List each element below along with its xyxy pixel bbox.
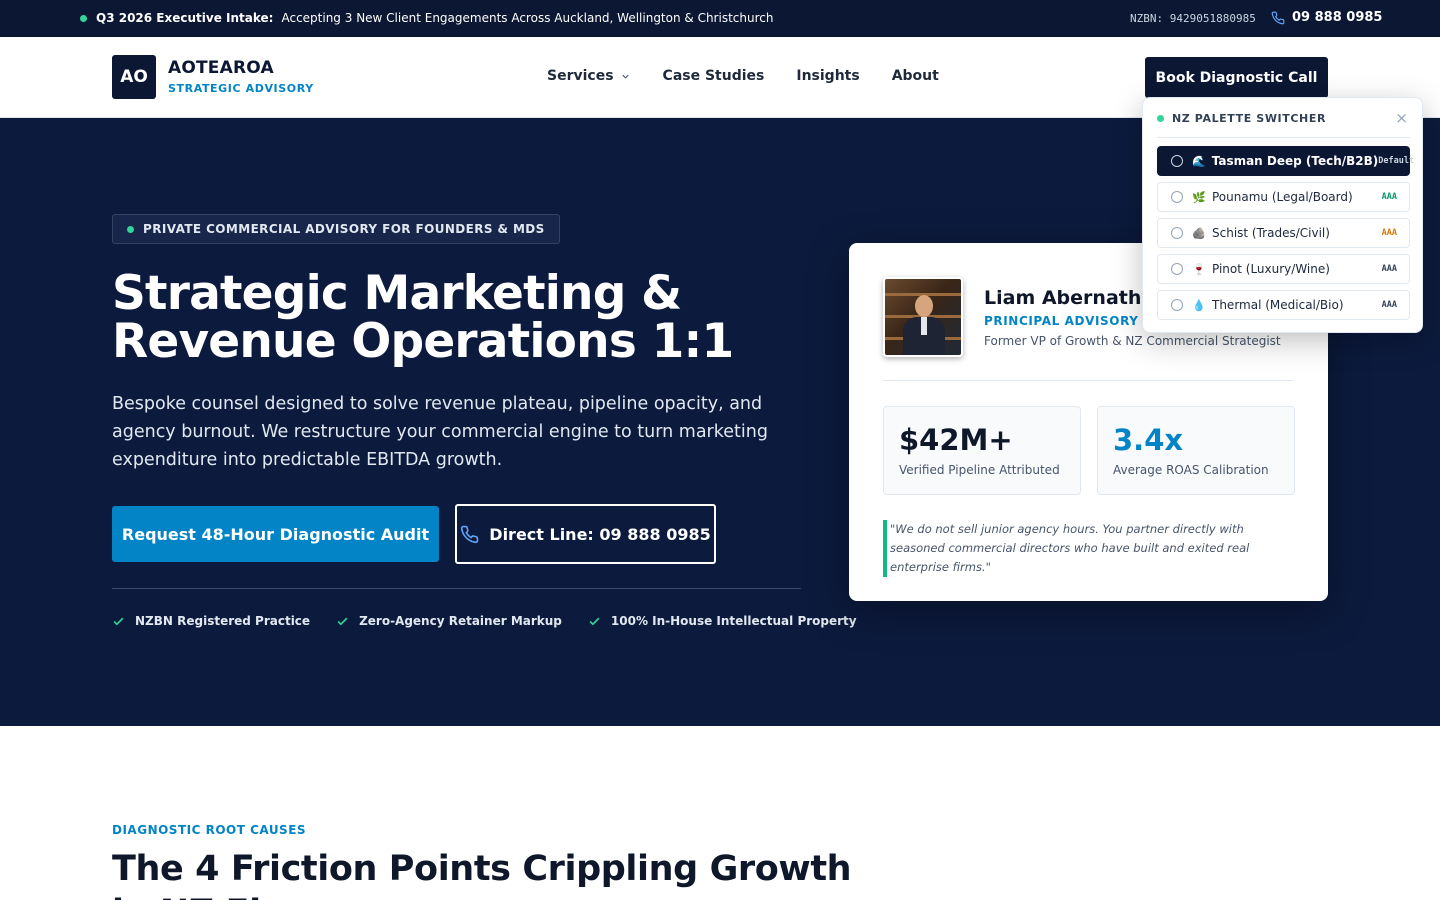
stat-label: Average ROAS Calibration: [1113, 463, 1269, 477]
palette-option-tasman-deep[interactable]: 🌊 Tasman Deep (Tech/B2B) Default: [1157, 146, 1414, 176]
rock-icon: 🪨: [1192, 226, 1206, 240]
checkmark-icon: [113, 617, 124, 625]
trust-check-item: NZBN Registered Practice: [112, 614, 310, 628]
trust-check-item: Zero-Agency Retainer Markup: [336, 614, 562, 628]
hero-eyebrow-text: PRIVATE COMMERCIAL ADVISORY FOR FOUNDERS…: [143, 222, 545, 236]
palette-option-label: Pinot (Luxury/Wine): [1212, 262, 1330, 276]
hero-title: Strategic Marketing & Revenue Operations…: [112, 266, 734, 369]
checkmark-icon: [337, 617, 348, 625]
topbar-phone-link[interactable]: 09 888 0985: [1271, 10, 1382, 25]
topbar-phone-number: 09 888 0985: [1292, 10, 1383, 25]
nav-label: Services: [547, 68, 614, 84]
palette-switcher-panel: NZ PALETTE SWITCHER × 🌊 Tasman Deep (Tec…: [1142, 97, 1423, 333]
intake-notice: Q3 2026 Executive Intake: Accepting 3 Ne…: [80, 11, 773, 25]
droplet-icon: 💧: [1192, 298, 1206, 312]
intake-text: Accepting 3 New Client Engagements Acros…: [281, 11, 774, 25]
chevron-down-icon: [621, 74, 629, 79]
nav-item-insights[interactable]: Insights: [796, 68, 859, 84]
stat-card-roas: 3.4x Average ROAS Calibration: [1097, 406, 1295, 495]
brand-tagline: STRATEGIC ADVISORY: [168, 82, 314, 95]
palette-option-tag: Default: [1378, 156, 1415, 166]
direct-line-label: Direct Line: 09 888 0985: [489, 524, 711, 544]
nav-item-services[interactable]: Services: [547, 68, 631, 84]
palette-option-thermal[interactable]: 💧 Thermal (Medical/Bio) AAA: [1157, 290, 1410, 320]
advisor-title: PRINCIPAL ADVISORY CO: [984, 314, 1164, 328]
stat-card-pipeline: $42M+ Verified Pipeline Attributed: [883, 406, 1081, 495]
palette-option-pinot[interactable]: 🍷 Pinot (Luxury/Wine) AAA: [1157, 254, 1410, 284]
close-icon[interactable]: ×: [1395, 110, 1408, 126]
nav-item-case-studies[interactable]: Case Studies: [663, 68, 765, 84]
stat-value: 3.4x: [1113, 423, 1184, 457]
trust-check-label: NZBN Registered Practice: [135, 614, 311, 628]
book-diagnostic-call-button[interactable]: Book Diagnostic Call: [1145, 57, 1328, 98]
radio-button[interactable]: [1171, 155, 1183, 167]
trust-check-item: 100% In-House Intellectual Property: [588, 614, 857, 628]
brand-name[interactable]: AOTEAROA: [168, 58, 274, 78]
checkmark-icon: [589, 617, 600, 625]
radio-button[interactable]: [1171, 227, 1183, 239]
switcher-heading: NZ PALETTE SWITCHER: [1157, 112, 1326, 125]
wave-icon: 🌊: [1192, 154, 1206, 168]
palette-option-label: Tasman Deep (Tech/B2B): [1211, 154, 1379, 168]
status-dot-icon: [80, 14, 87, 22]
nzbn-number: NZBN: 9429051880985: [1130, 12, 1256, 25]
leaf-icon: 🌿: [1192, 190, 1206, 204]
radio-button[interactable]: [1171, 263, 1183, 275]
wine-glass-icon: 🍷: [1192, 262, 1206, 276]
direct-line-button[interactable]: Direct Line: 09 888 0985: [455, 504, 716, 564]
stat-label: Verified Pipeline Attributed: [899, 463, 1060, 477]
advisor-quote: "We do not sell junior agency hours. You…: [883, 520, 1294, 577]
advisor-bio: Former VP of Growth & NZ Commercial Stra…: [984, 334, 1281, 348]
status-dot-icon: [1157, 115, 1164, 122]
advisor-portrait: [883, 277, 963, 357]
palette-option-tag: AAA: [1381, 300, 1397, 310]
radio-button[interactable]: [1171, 299, 1183, 311]
section-eyebrow: DIAGNOSTIC ROOT CAUSES: [112, 823, 307, 837]
palette-option-tag: AAA: [1381, 264, 1397, 274]
palette-option-tag: AAA: [1381, 228, 1397, 238]
section-title: The 4 Friction Points Crippling Growth i…: [112, 849, 852, 900]
request-audit-button[interactable]: Request 48-Hour Diagnostic Audit: [112, 506, 439, 562]
trust-check-label: Zero-Agency Retainer Markup: [359, 614, 562, 628]
advisor-name: Liam Abernathy: [984, 287, 1154, 309]
stat-value: $42M+: [899, 423, 1013, 457]
nav-item-about[interactable]: About: [892, 68, 939, 84]
trust-checks: NZBN Registered Practice Zero-Agency Ret…: [112, 614, 883, 628]
palette-option-label: Schist (Trades/Civil): [1212, 226, 1330, 240]
palette-option-label: Pounamu (Legal/Board): [1212, 190, 1353, 204]
announcement-bar: Q3 2026 Executive Intake: Accepting 3 Ne…: [0, 0, 1440, 37]
switcher-divider: [1157, 137, 1410, 138]
intake-label: Q3 2026 Executive Intake:: [96, 11, 274, 25]
card-divider: [883, 380, 1294, 381]
radio-button[interactable]: [1171, 191, 1183, 203]
logo-mark[interactable]: AO: [112, 55, 156, 99]
phone-icon: [461, 525, 479, 543]
hero-lead: Bespoke counsel designed to solve revenu…: [112, 394, 768, 470]
phone-icon: [1271, 11, 1285, 24]
trust-check-label: 100% In-House Intellectual Property: [610, 614, 857, 628]
palette-option-tag: AAA: [1381, 192, 1397, 202]
switcher-heading-text: NZ PALETTE SWITCHER: [1172, 112, 1327, 125]
palette-option-schist[interactable]: 🪨 Schist (Trades/Civil) AAA: [1157, 218, 1410, 248]
status-dot-icon: [127, 225, 134, 233]
palette-option-label: Thermal (Medical/Bio): [1212, 298, 1344, 312]
palette-option-pounamu[interactable]: 🌿 Pounamu (Legal/Board) AAA: [1157, 182, 1410, 212]
main-nav: Services Case Studies Insights About: [547, 68, 971, 84]
hero-divider: [112, 588, 801, 589]
hero-eyebrow-badge: PRIVATE COMMERCIAL ADVISORY FOR FOUNDERS…: [112, 214, 560, 244]
